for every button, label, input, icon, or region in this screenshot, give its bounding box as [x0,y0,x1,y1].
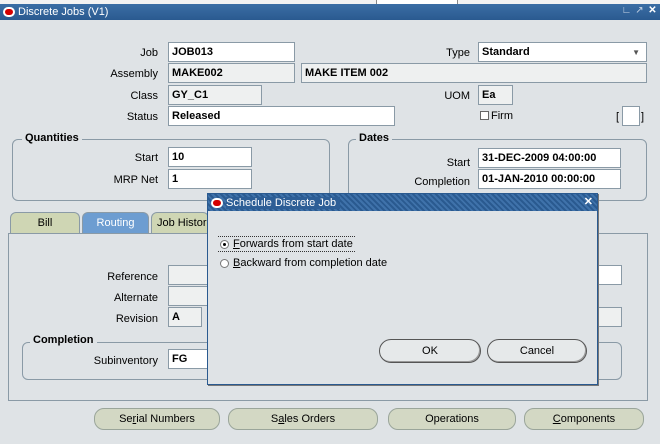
qty-start-field[interactable]: 10 [168,147,252,167]
type-label: Type [446,47,470,59]
status-label: Status [126,111,158,123]
bracket-left: [ [616,111,620,123]
descriptive-flexfield[interactable] [622,106,640,126]
uom-label: UOM [444,90,470,102]
dialog-close-icon[interactable]: ✕ [584,195,593,208]
qty-start-label: Start [134,152,158,164]
revision-label: Revision [115,313,158,325]
date-start-field[interactable]: 31-DEC-2009 04:00:00 [478,148,621,168]
minimize-icon[interactable]: ∟ [621,5,632,16]
dates-title: Dates [356,132,392,144]
firm-checkbox-row[interactable]: Firm [480,110,513,122]
job-field[interactable]: JOB013 [168,42,295,62]
dialog-titlebar: Schedule Discrete Job ✕ [208,194,597,211]
class-label: Class [130,90,158,102]
type-select[interactable]: Standard ▼ [478,42,647,62]
forwards-radio-label: Forwards from start date [233,238,353,250]
firm-checkbox[interactable] [480,111,489,120]
serial-numbers-button[interactable]: Serial Numbers [94,408,220,430]
sales-orders-button[interactable]: Sales Orders [228,408,378,430]
alternate-label: Alternate [113,292,158,304]
assembly-field[interactable]: MAKE002 [168,63,295,83]
tab-routing[interactable]: Routing [82,212,149,234]
forwards-radio[interactable] [220,239,229,249]
reference-field[interactable] [168,265,210,285]
date-completion-field[interactable]: 01-JAN-2010 00:00:00 [478,169,621,189]
oracle-logo-icon [3,7,15,17]
operations-button[interactable]: Operations [388,408,516,430]
backward-radio-option[interactable]: Backward from completion date [218,257,389,269]
type-value: Standard [482,46,530,58]
ok-button[interactable]: OK [379,339,481,363]
assembly-description: MAKE ITEM 002 [301,63,647,83]
bracket-right: ] [641,111,645,123]
tab-bill[interactable]: Bill [10,212,80,234]
mrp-net-field[interactable]: 1 [168,169,252,189]
dialog-title: Schedule Discrete Job [226,196,341,209]
mrp-net-label: MRP Net [113,174,158,186]
tab-job-history[interactable]: Job Histor [151,212,209,234]
components-button[interactable]: Components [524,408,644,430]
assembly-label: Assembly [110,68,158,80]
forwards-radio-option[interactable]: Forwards from start date [218,236,355,252]
quantities-title: Quantities [22,132,82,144]
window-title: Discrete Jobs (V1) [18,6,109,18]
cancel-button[interactable]: Cancel [487,339,587,363]
subinventory-field[interactable]: FG [168,349,210,369]
chevron-down-icon: ▼ [632,48,640,57]
revision-field[interactable]: A [168,307,202,327]
close-icon[interactable]: ✕ [647,5,658,16]
backward-radio[interactable] [220,258,229,268]
date-start-label: Start [446,157,470,169]
backward-radio-label: Backward from completion date [233,257,388,269]
schedule-discrete-job-dialog: Schedule Discrete Job ✕ Forwards from st… [207,193,598,385]
window-titlebar: Discrete Jobs (V1) ∟ ↗ ✕ [0,4,660,20]
reference-desc-field[interactable] [598,265,622,285]
class-field[interactable]: GY_C1 [168,85,262,105]
job-label: Job [140,47,158,59]
subinventory-label: Subinventory [93,355,158,367]
date-completion-label: Completion [414,176,470,188]
reference-label: Reference [107,271,158,283]
maximize-icon[interactable]: ↗ [634,5,645,16]
firm-label: Firm [491,110,513,122]
status-field[interactable]: Released [168,106,395,126]
alternate-field[interactable] [168,286,210,306]
oracle-logo-icon [211,197,223,208]
completion-title: Completion [30,334,97,346]
revision-date-field[interactable] [598,307,622,327]
uom-field[interactable]: Ea [478,85,513,105]
